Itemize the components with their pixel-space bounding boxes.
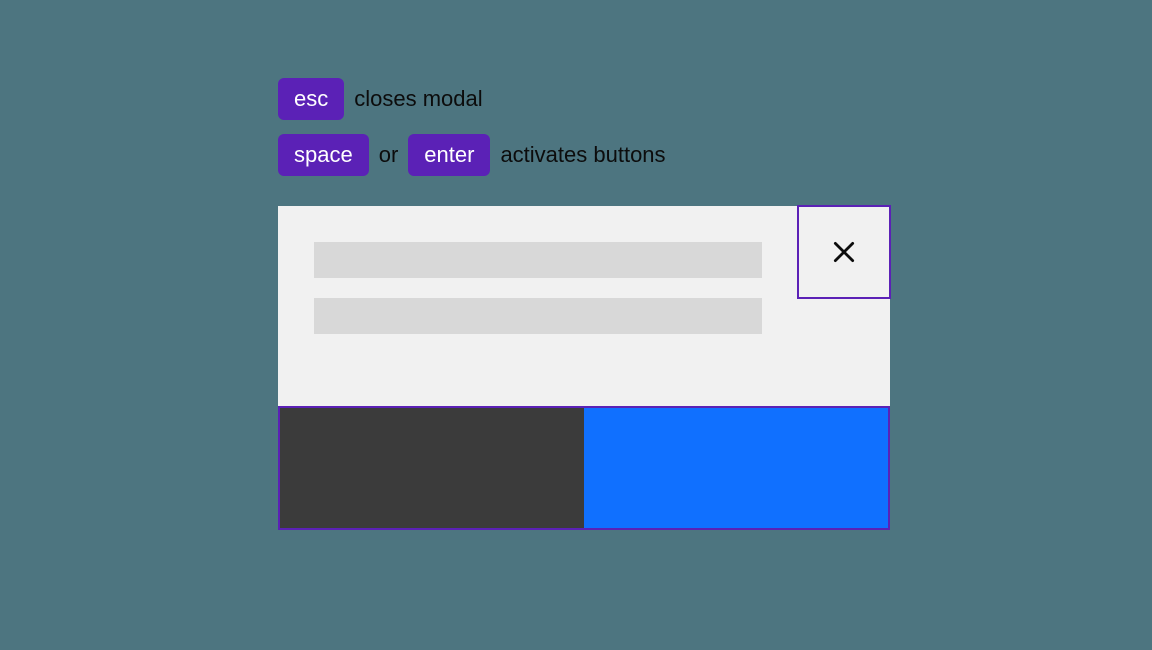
legend-row-activate: space or enter activates buttons bbox=[278, 134, 890, 176]
close-icon bbox=[831, 239, 857, 265]
placeholder-line bbox=[314, 242, 762, 278]
confirm-button[interactable] bbox=[584, 408, 888, 528]
key-space: space bbox=[278, 134, 369, 176]
legend-separator: or bbox=[379, 142, 399, 168]
close-button[interactable] bbox=[797, 205, 891, 299]
legend-description-activate: activates buttons bbox=[500, 142, 665, 168]
legend-description-esc: closes modal bbox=[354, 86, 482, 112]
placeholder-line bbox=[314, 298, 762, 334]
modal-dialog bbox=[278, 206, 890, 530]
cancel-button[interactable] bbox=[280, 408, 584, 528]
modal-footer bbox=[278, 406, 890, 530]
key-enter: enter bbox=[408, 134, 490, 176]
key-esc: esc bbox=[278, 78, 344, 120]
legend-row-esc: esc closes modal bbox=[278, 78, 890, 120]
